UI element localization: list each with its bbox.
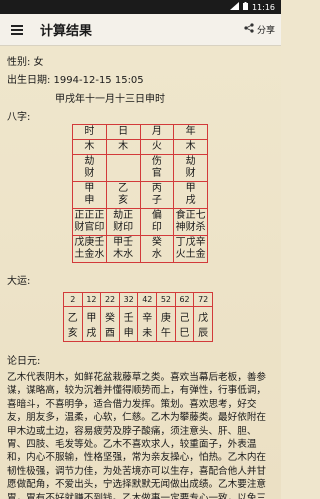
bazi-cell: 火 [139, 139, 175, 155]
dayun-cell: 庚午 [156, 306, 176, 342]
page-title: 计算结果 [40, 24, 93, 39]
battery-icon [242, 2, 248, 12]
dayun-label: 大运: [7, 276, 31, 287]
bazi-header: 年 [173, 124, 208, 140]
birth-date-text: 出生日期: 1994-12-15 15:05 [7, 75, 144, 86]
dayun-cell: 壬申 [118, 306, 139, 342]
bazi-header: 日 [105, 124, 141, 140]
bazi-cell: 乙亥 [105, 181, 141, 209]
bazi-cell: 丁戊辛 火土金 [173, 235, 208, 263]
bazi-cell: 伤官 [139, 154, 175, 182]
bazi-cell: 甲申 [72, 181, 107, 209]
bazi-cell: 偏印 [139, 208, 175, 236]
status-bar: 11:16 [0, 0, 281, 14]
result-content[interactable]: 性别: 女 出生日期: 1994-12-15 15:05 甲戌年十一月十三日申时… [0, 46, 281, 499]
share-label: 分享 [256, 26, 275, 36]
dayun-age: 52 [156, 292, 176, 307]
dayun-age: 62 [174, 292, 195, 307]
bazi-canggan-element-row: 戊庚壬 土金水 甲壬 木水 癸水 丁戊辛 火土金 [72, 235, 208, 263]
bazi-cell: 甲戌 [173, 181, 208, 209]
bazi-cell: 木 [72, 139, 107, 155]
dayun-cell: 辛未 [137, 306, 158, 342]
dayun-grid: 2 12 22 32 42 52 62 72 乙亥 甲戌 癸酉 壬申 辛未 庚午… [63, 292, 213, 342]
dayun-age: 32 [118, 292, 139, 307]
bazi-cell: 丙子 [139, 181, 175, 209]
menu-icon [11, 24, 23, 36]
dayun-cell: 甲戌 [81, 306, 102, 342]
dayun-cell: 戊辰 [193, 306, 213, 342]
lunar-date-text: 甲戌年十一月十三日申时 [55, 94, 165, 105]
status-time: 11:16 [251, 2, 275, 12]
bazi-cell: 劫财 [173, 154, 208, 182]
bazi-wuxing-row: 木 木 火 木 [72, 139, 208, 155]
bazi-cell: 木 [105, 139, 141, 155]
bazi-canggan-row: 正正正 财官印 劫正 财印 偏印 食正七 神财杀 [72, 208, 208, 236]
bazi-cell: 食正七 神财杀 [173, 208, 208, 236]
app-bar: 计算结果 分享 [0, 14, 281, 46]
rizhu-description: 乙木代表阴木，如鲜花盆栽藤草之类。喜欢当幕后老板，善参谋，谋略高，较为沉着并懂得… [7, 372, 267, 499]
bazi-cell: 癸水 [139, 235, 175, 263]
share-icon [244, 23, 254, 36]
bazi-cell: 正正正 财官印 [72, 208, 107, 236]
dayun-age: 12 [81, 292, 102, 307]
dayun-cell: 乙亥 [63, 306, 83, 342]
bazi-header-row: 时 日 月 年 [72, 124, 208, 140]
bazi-cell: 木 [173, 139, 208, 155]
bazi-grid: 时 日 月 年 木 木 火 木 劫财 伤官 劫财 甲申 乙亥 丙子 甲 戌 正正… [72, 124, 208, 263]
menu-button[interactable] [0, 14, 34, 46]
bazi-cell: 劫财 [72, 154, 107, 182]
bazi-label: 八字: [7, 112, 31, 123]
bazi-cell: 劫正 财印 [105, 208, 141, 236]
dayun-ganzhi-row: 乙亥 甲戌 癸酉 壬申 辛未 庚午 己巳 戊辰 [63, 306, 213, 342]
gender-text: 性别: 女 [7, 57, 44, 68]
signal-icon [229, 2, 239, 12]
bazi-header: 时 [72, 124, 107, 140]
rizhu-label: 论日元: [7, 356, 41, 367]
bazi-cell: 甲壬 木水 [105, 235, 141, 263]
dayun-age: 22 [100, 292, 120, 307]
dayun-age: 42 [137, 292, 158, 307]
dayun-age: 72 [193, 292, 213, 307]
share-button[interactable]: 分享 [244, 23, 275, 36]
bazi-shishen-row: 劫财 伤官 劫财 [72, 154, 208, 182]
dayun-cell: 己巳 [174, 306, 195, 342]
dayun-age-row: 2 12 22 32 42 52 62 72 [63, 292, 213, 307]
bazi-cell: 戊庚壬 土金水 [72, 235, 107, 263]
bazi-ganzhi-row: 甲申 乙亥 丙子 甲戌 [72, 181, 208, 209]
dayun-cell: 癸酉 [100, 306, 120, 342]
dayun-age: 2 [63, 292, 83, 307]
bazi-cell [105, 154, 141, 182]
bazi-header: 月 [139, 124, 175, 140]
